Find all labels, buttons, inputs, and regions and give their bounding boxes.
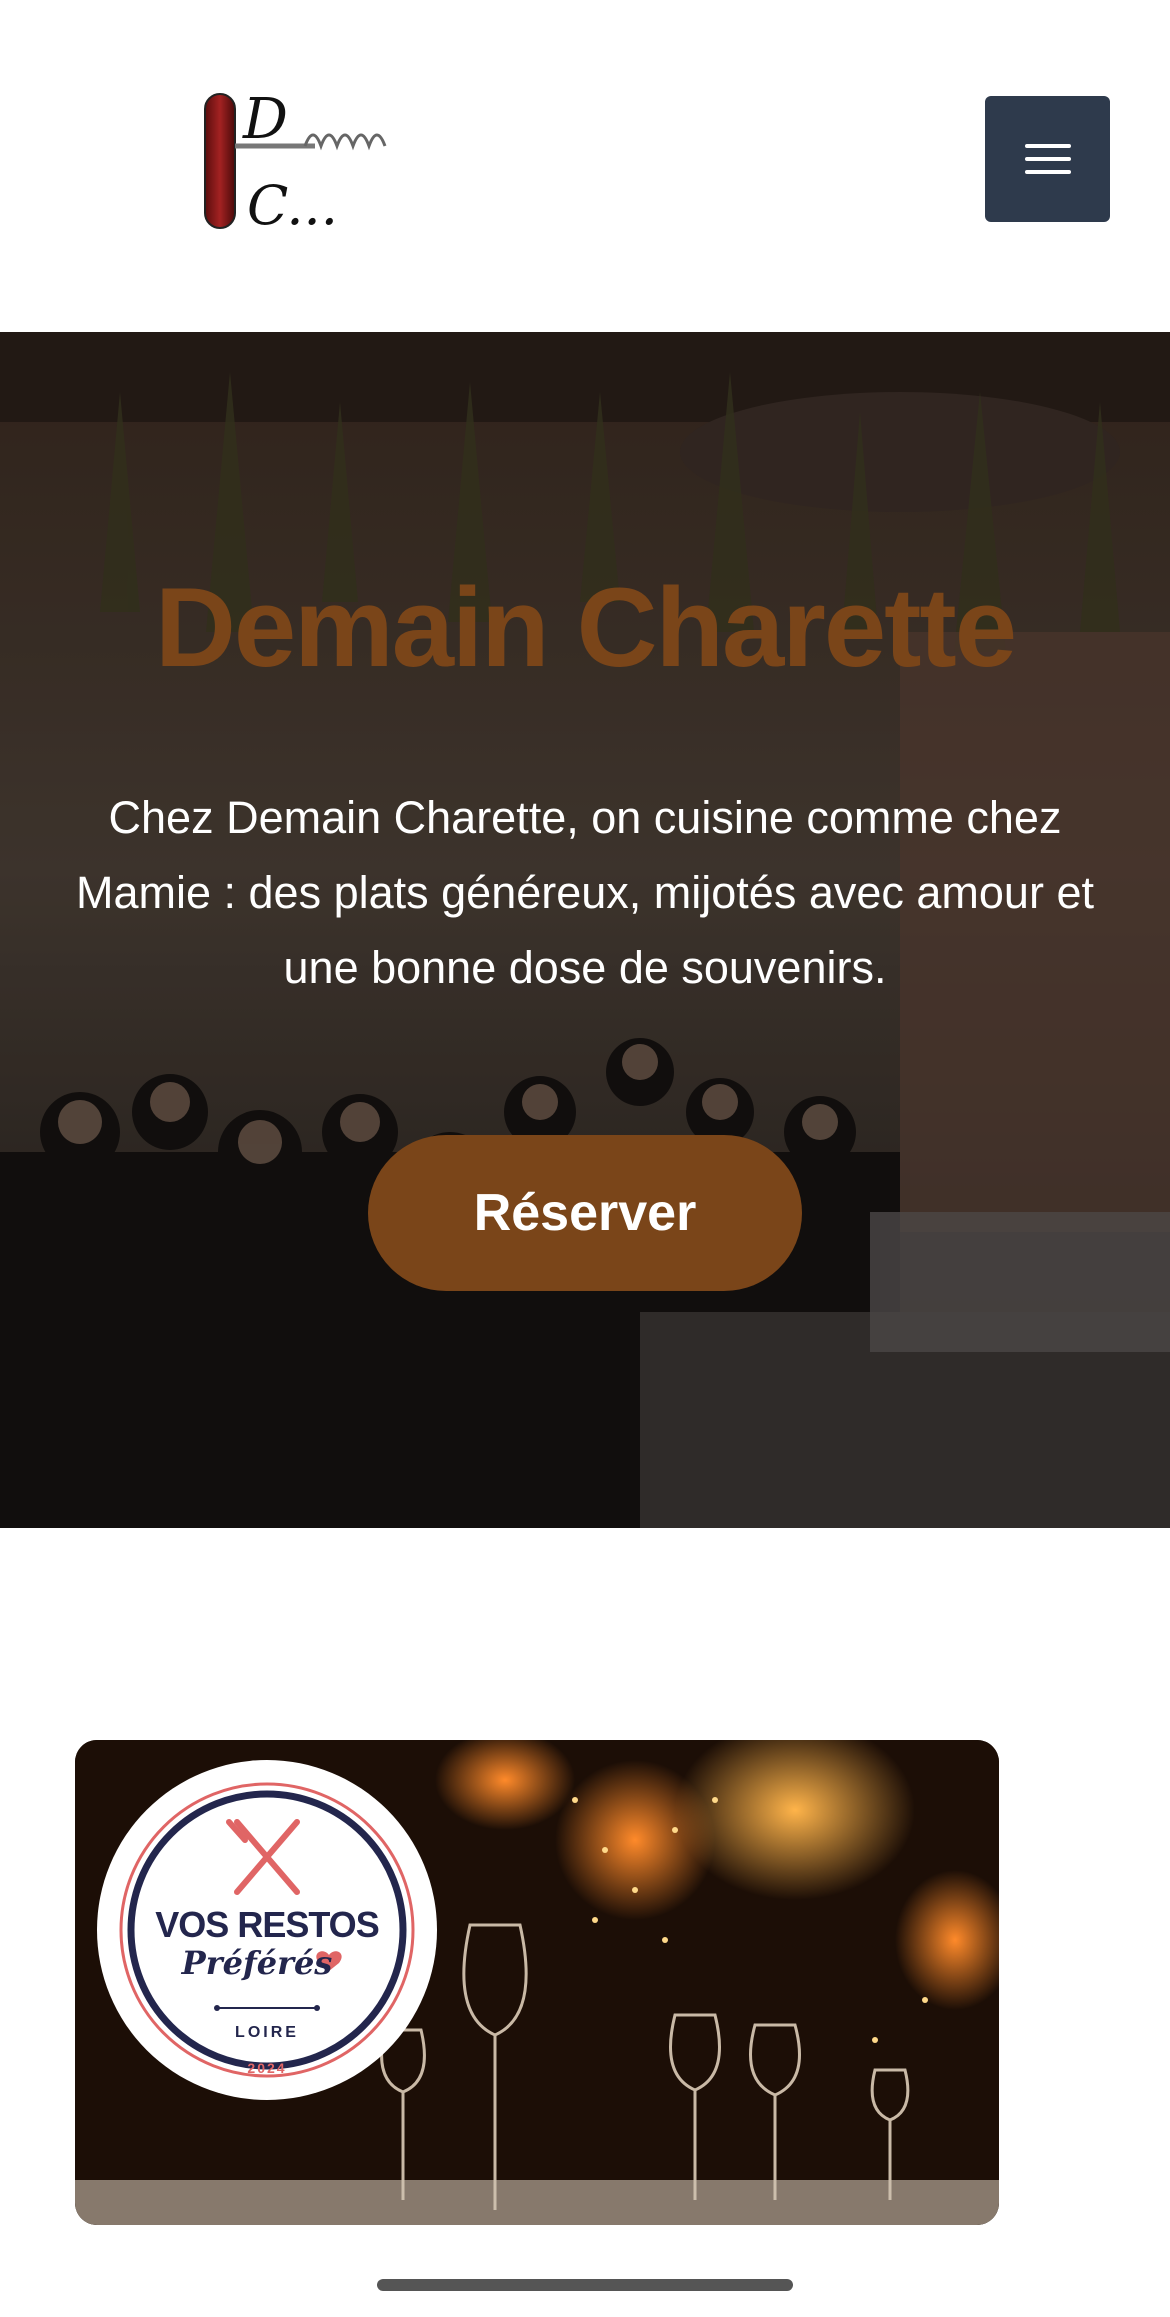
hero-section: Demain Charette Chez Demain Charette, on… bbox=[0, 332, 1170, 1528]
hamburger-menu-icon bbox=[1024, 144, 1071, 148]
promo-card: VOS RESTOS Préférés LOIRE 2024 bbox=[75, 1740, 999, 2225]
badge-title: VOS RESTOS bbox=[155, 1904, 379, 1945]
site-logo[interactable]: D C... bbox=[195, 86, 425, 237]
badge-subtitle: Préférés bbox=[181, 1944, 333, 1982]
badge-year: 2024 bbox=[247, 2060, 287, 2076]
vos-restos-prefers-badge: VOS RESTOS Préférés LOIRE 2024 bbox=[97, 1760, 437, 2100]
corkscrew-logo-icon: D C... bbox=[204, 87, 387, 237]
badge-region: LOIRE bbox=[235, 2024, 299, 2041]
hero-title: Demain Charette bbox=[154, 565, 1017, 690]
reserve-button[interactable]: Réserver bbox=[368, 1135, 802, 1291]
menu-button[interactable] bbox=[985, 96, 1110, 222]
home-indicator bbox=[377, 2279, 793, 2291]
site-header: D C... bbox=[0, 0, 1170, 332]
svg-text:D: D bbox=[242, 87, 288, 152]
hero-description: Chez Demain Charette, on cuisine comme c… bbox=[76, 792, 1094, 993]
svg-text:C...: C... bbox=[247, 174, 338, 236]
